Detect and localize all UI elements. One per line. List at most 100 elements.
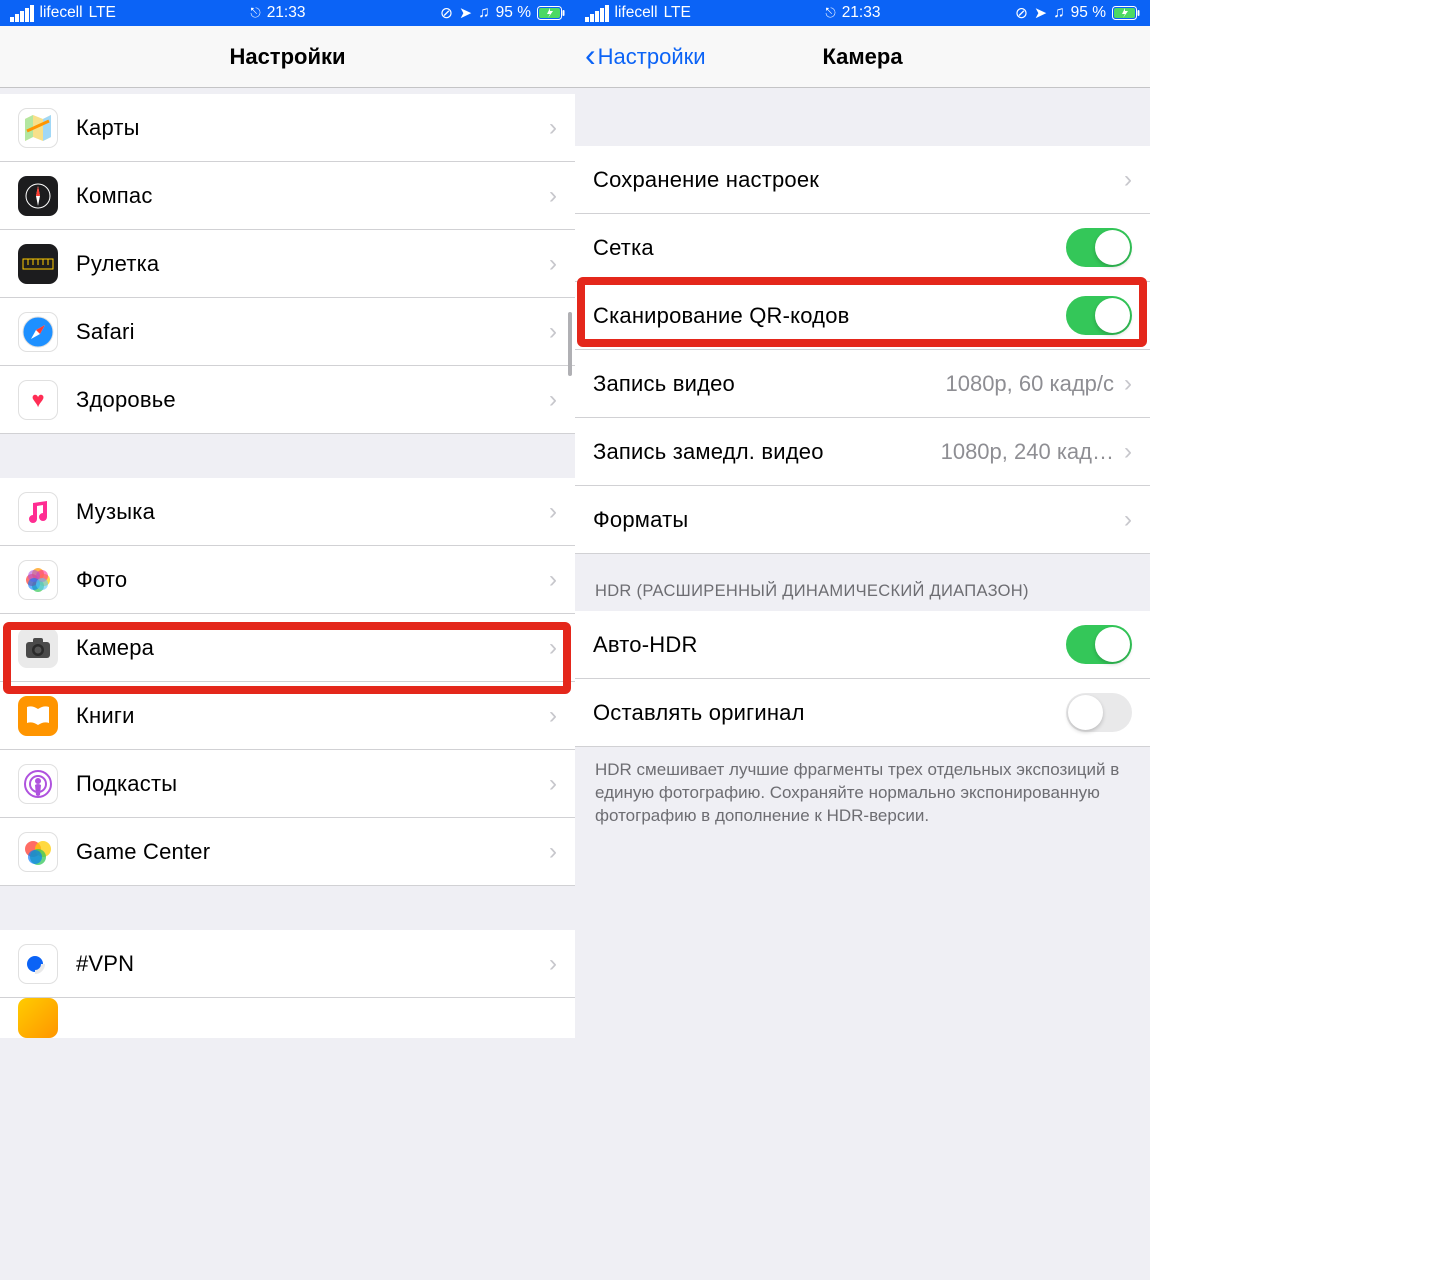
status-center: ⎋ 21:33 — [250, 4, 305, 22]
cell-label: Авто-HDR — [593, 632, 1066, 658]
chevron-right-icon: › — [549, 318, 557, 346]
cell-label: Подкасты — [76, 771, 549, 797]
cell-formats[interactable]: Форматы › — [575, 486, 1150, 554]
location-icon: ➤ — [459, 4, 472, 23]
cell-record-slomo[interactable]: Запись замедл. видео 1080p, 240 кад… › — [575, 418, 1150, 486]
maps-icon — [18, 108, 58, 148]
unknown-icon — [18, 998, 58, 1038]
cell-preserve-settings[interactable]: Сохранение настроек › — [575, 146, 1150, 214]
headphones-icon: ♫ — [1053, 4, 1065, 22]
headphones-icon: ♫ — [478, 4, 490, 22]
cell-label: Форматы — [593, 507, 1124, 533]
cell-label: Сканирование QR-кодов — [593, 303, 1066, 329]
chevron-right-icon: › — [1124, 370, 1132, 398]
rotation-lock-icon: ⊘ — [440, 4, 453, 23]
books-icon — [18, 696, 58, 736]
battery-icon — [1112, 6, 1140, 20]
cell-ruler[interactable]: Рулетка › — [0, 230, 575, 298]
back-button[interactable]: ‹ Настройки — [585, 42, 706, 71]
chevron-right-icon: › — [1124, 166, 1132, 194]
cell-books[interactable]: Книги › — [0, 682, 575, 750]
chevron-right-icon: › — [549, 250, 557, 278]
ruler-icon — [18, 244, 58, 284]
battery-icon — [537, 6, 565, 20]
hotspot-icon: ⎋ — [825, 5, 835, 21]
cell-detail: 1080p, 60 кадр/с — [945, 371, 1114, 397]
cell-label: Карты — [76, 115, 549, 141]
network-label: LTE — [664, 4, 691, 22]
chevron-right-icon: › — [549, 114, 557, 142]
hotspot-icon: ⎋ — [250, 5, 260, 21]
compass-icon — [18, 176, 58, 216]
rotation-lock-icon: ⊘ — [1015, 4, 1028, 23]
chevron-right-icon: › — [549, 702, 557, 730]
time-label: 21:33 — [267, 4, 306, 22]
cell-label: Game Center — [76, 839, 549, 865]
safari-icon — [18, 312, 58, 352]
chevron-left-icon: ‹ — [585, 39, 596, 71]
cell-auto-hdr[interactable]: Авто-HDR — [575, 611, 1150, 679]
cell-detail: 1080p, 240 кад… — [941, 439, 1114, 465]
cell-qr-scan[interactable]: Сканирование QR-кодов — [575, 282, 1150, 350]
photos-icon — [18, 560, 58, 600]
auto-hdr-toggle[interactable] — [1066, 625, 1132, 664]
vpn-icon — [18, 944, 58, 984]
cell-label: Фото — [76, 567, 549, 593]
chevron-right-icon: › — [549, 634, 557, 662]
scrollbar[interactable] — [568, 312, 572, 376]
qr-toggle[interactable] — [1066, 296, 1132, 335]
cell-photo[interactable]: Фото › — [0, 546, 575, 614]
cell-label: Сохранение настроек — [593, 167, 1124, 193]
camera-settings-list[interactable]: Сохранение настроек › Сетка Сканирование… — [575, 88, 1150, 1280]
cell-camera[interactable]: Камера › — [0, 614, 575, 682]
signal-icon — [585, 5, 609, 22]
carrier-label: lifecell — [615, 4, 658, 22]
chevron-right-icon: › — [1124, 438, 1132, 466]
cell-grid[interactable]: Сетка — [575, 214, 1150, 282]
cell-label: Safari — [76, 319, 549, 345]
cell-label: Запись замедл. видео — [593, 439, 941, 465]
cell-vpn[interactable]: #VPN › — [0, 930, 575, 998]
status-center: ⎋ 21:33 — [825, 4, 880, 22]
cell-label: Музыка — [76, 499, 549, 525]
hdr-section-header: HDR (РАСШИРЕННЫЙ ДИНАМИЧЕСКИЙ ДИАПАЗОН) — [575, 554, 1150, 611]
carrier-label: lifecell — [40, 4, 83, 22]
chevron-right-icon: › — [549, 770, 557, 798]
cell-label: Сетка — [593, 235, 1066, 261]
podcasts-icon — [18, 764, 58, 804]
grid-toggle[interactable] — [1066, 228, 1132, 267]
page-title: Камера — [822, 44, 902, 70]
chevron-right-icon: › — [549, 182, 557, 210]
location-icon: ➤ — [1034, 4, 1047, 23]
network-label: LTE — [89, 4, 116, 22]
cell-label: Компас — [76, 183, 549, 209]
hdr-section-footer: HDR смешивает лучшие фрагменты трех отде… — [575, 747, 1150, 838]
cell-unknown[interactable] — [0, 998, 575, 1038]
chevron-right-icon: › — [549, 386, 557, 414]
chevron-right-icon: › — [549, 498, 557, 526]
cell-keep-original[interactable]: Оставлять оригинал — [575, 679, 1150, 747]
back-label: Настройки — [598, 44, 706, 70]
cell-label: #VPN — [76, 951, 549, 977]
cell-gamecenter[interactable]: Game Center › — [0, 818, 575, 886]
gamecenter-icon — [18, 832, 58, 872]
settings-screen: lifecell LTE ⎋ 21:33 ⊘ ➤ ♫ 95 % Настройк… — [0, 0, 575, 1280]
chevron-right-icon: › — [549, 838, 557, 866]
camera-icon — [18, 628, 58, 668]
cell-label: Оставлять оригинал — [593, 700, 1066, 726]
page-title: Настройки — [229, 44, 345, 70]
cell-safari[interactable]: Safari › — [0, 298, 575, 366]
cell-podcasts[interactable]: Подкасты › — [0, 750, 575, 818]
cell-label: Запись видео — [593, 371, 945, 397]
status-bar: lifecell LTE ⎋ 21:33 ⊘ ➤ ♫ 95 % — [0, 0, 575, 26]
cell-label: Здоровье — [76, 387, 549, 413]
keep-original-toggle[interactable] — [1066, 693, 1132, 732]
cell-music[interactable]: Музыка › — [0, 478, 575, 546]
cell-record-video[interactable]: Запись видео 1080p, 60 кадр/с › — [575, 350, 1150, 418]
status-bar: lifecell LTE ⎋ 21:33 ⊘ ➤ ♫ 95 % — [575, 0, 1150, 26]
cell-maps[interactable]: Карты › — [0, 94, 575, 162]
music-icon — [18, 492, 58, 532]
settings-list[interactable]: Карты › Компас › Рулетка › Safari › ♥ — [0, 88, 575, 1280]
cell-compass[interactable]: Компас › — [0, 162, 575, 230]
cell-health[interactable]: ♥ Здоровье › — [0, 366, 575, 434]
